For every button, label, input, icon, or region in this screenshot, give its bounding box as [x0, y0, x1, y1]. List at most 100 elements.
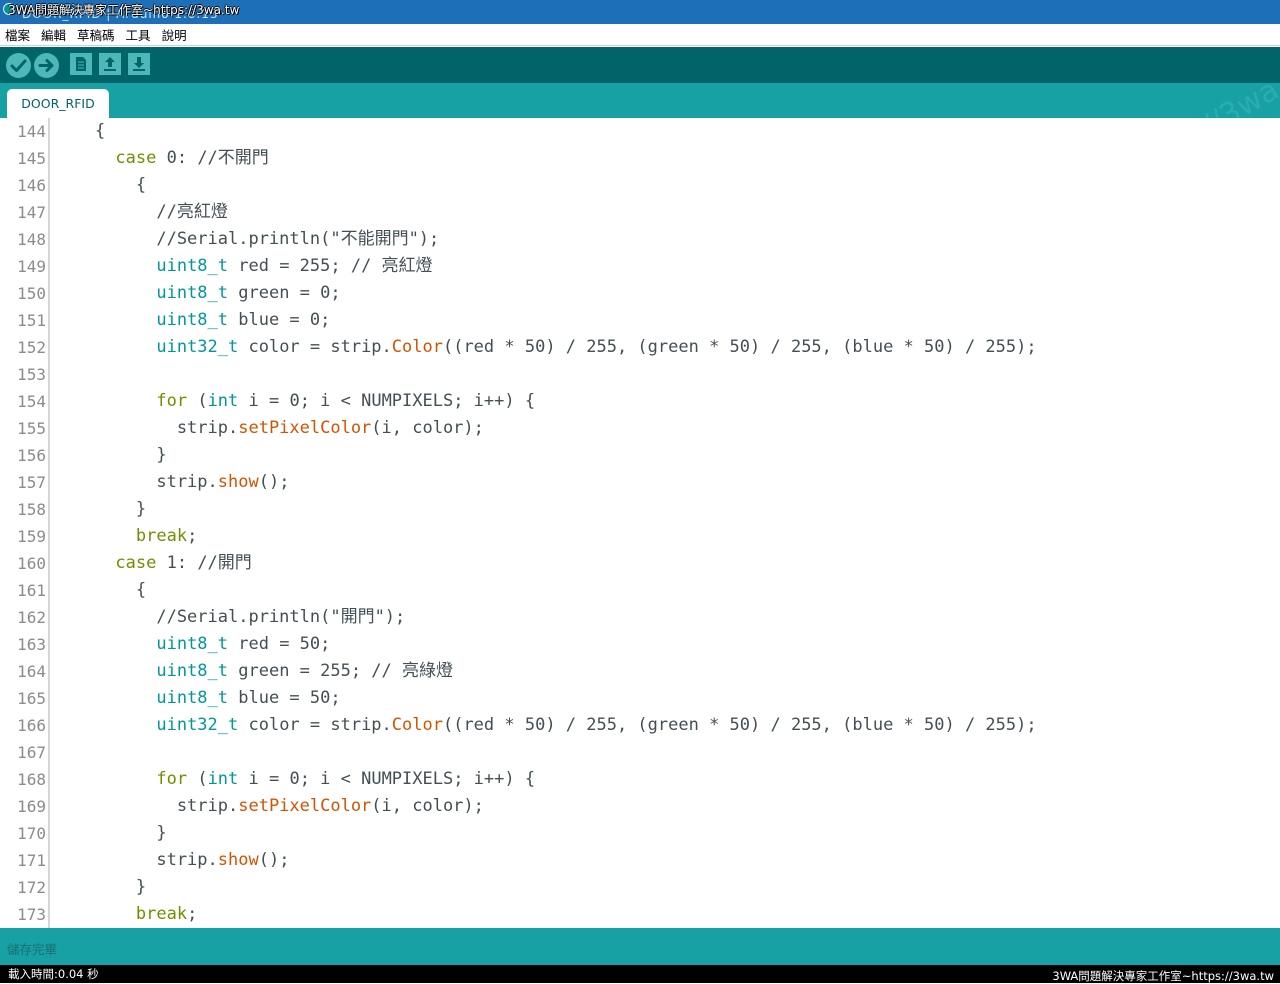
code-token: uint8_t — [156, 310, 229, 330]
code-line: 173 break; — [0, 901, 1280, 928]
code-token: i = 0; i < NUMPIXELS; i++) { — [238, 769, 536, 789]
code-line: 157 strip.show(); — [0, 469, 1280, 496]
line-number: 150 — [17, 284, 46, 303]
save-button[interactable] — [128, 53, 150, 75]
code-token: ((red * 50) / 255, (green * 50) / 255, (… — [442, 337, 1037, 357]
code-token: green = 0; — [228, 283, 341, 303]
code-text: strip.show(); — [54, 469, 289, 496]
code-token: strip. — [54, 418, 239, 438]
code-text: strip.setPixelColor(i, color); — [54, 415, 484, 442]
menu-edit[interactable]: 編輯 — [41, 25, 66, 44]
line-number: 148 — [17, 230, 46, 249]
console-area: 載入時間:0.04 秒 3WA問題解決專家工作室~https://3wa.tw — [0, 965, 1280, 983]
line-number: 147 — [17, 203, 46, 222]
code-text: break; — [54, 901, 197, 928]
line-number: 151 — [17, 311, 46, 330]
code-line: 147 //亮紅燈 — [0, 199, 1280, 226]
new-button[interactable] — [70, 53, 92, 75]
code-token: } — [54, 499, 147, 519]
code-line: 168 for (int i = 0; i < NUMPIXELS; i++) … — [0, 766, 1280, 793]
code-text: } — [54, 442, 166, 469]
line-number: 165 — [17, 689, 46, 708]
open-icon — [104, 57, 116, 71]
line-number: 158 — [17, 500, 46, 519]
line-number: 152 — [17, 338, 46, 357]
line-number: 160 — [17, 554, 46, 573]
verify-icon — [10, 59, 27, 72]
upload-icon — [38, 59, 54, 72]
code-text: uint8_t red = 50; — [54, 631, 330, 658]
code-token: Color — [391, 715, 443, 735]
line-number: 159 — [17, 527, 46, 546]
code-line: 170 } — [0, 820, 1280, 847]
upload-button[interactable] — [34, 53, 59, 78]
code-line: 149 uint8_t red = 255; // 亮紅燈 — [0, 253, 1280, 280]
code-token: ; — [187, 526, 198, 546]
code-token: //Serial.println("不能開門"); — [54, 229, 440, 249]
code-token: ( — [187, 769, 208, 789]
code-token: //亮紅燈 — [54, 202, 228, 222]
code-line: 148 //Serial.println("不能開門"); — [0, 226, 1280, 253]
code-token: break — [135, 904, 188, 924]
code-token: case — [115, 148, 157, 168]
line-number: 169 — [17, 797, 46, 816]
code-token: uint8_t — [156, 634, 229, 654]
code-line: 154 for (int i = 0; i < NUMPIXELS; i++) … — [0, 388, 1280, 415]
code-token: setPixelColor — [238, 796, 372, 816]
line-number: 149 — [17, 257, 46, 276]
code-token: show — [217, 472, 259, 492]
code-token: blue = 50; — [228, 688, 341, 708]
menu-sketch[interactable]: 草稿碼 — [77, 25, 115, 44]
code-token: blue = 0; — [228, 310, 331, 330]
line-number: 155 — [17, 419, 46, 438]
line-number: 144 — [17, 122, 46, 141]
code-text: for (int i = 0; i < NUMPIXELS; i++) { — [54, 766, 535, 793]
code-token: uint8_t — [156, 661, 229, 681]
code-text: uint8_t blue = 50; — [54, 685, 341, 712]
line-number: 145 — [17, 149, 46, 168]
code-line: 167 — [0, 739, 1280, 766]
code-line: 163 uint8_t red = 50; — [0, 631, 1280, 658]
console-text: 載入時間:0.04 秒 — [8, 967, 99, 981]
open-button[interactable] — [99, 53, 121, 75]
code-token: 0: //不開門 — [156, 148, 269, 168]
code-token: uint8_t — [156, 283, 229, 303]
menu-tools[interactable]: 工具 — [126, 25, 151, 44]
code-line: 166 uint32_t color = strip.Color((red * … — [0, 712, 1280, 739]
verify-button[interactable] — [6, 53, 31, 78]
line-number: 154 — [17, 392, 46, 411]
code-line: 161 { — [0, 577, 1280, 604]
code-token: ( — [187, 391, 208, 411]
code-token: show — [217, 850, 259, 870]
line-number: 161 — [17, 581, 46, 600]
line-number: 153 — [17, 365, 46, 384]
line-number: 157 — [17, 473, 46, 492]
watermark-text: 3WA問題解決專家工作室~https://3wa.tw — [8, 3, 240, 17]
code-text: uint8_t red = 255; // 亮紅燈 — [54, 253, 432, 280]
tab-door-rfid[interactable]: DOOR_RFID — [7, 89, 109, 118]
code-text: uint8_t green = 0; — [54, 280, 341, 307]
menu-file[interactable]: 檔案 — [5, 25, 30, 44]
save-icon — [133, 57, 145, 71]
status-message: 儲存完畢 — [7, 942, 58, 957]
line-number: 172 — [17, 878, 46, 897]
code-editor[interactable]: 144 {145 case 0: //不開門 146 {147 //亮紅燈 148 … — [0, 118, 1280, 928]
menu-help[interactable]: 說明 — [162, 25, 187, 44]
code-token: (i, color); — [371, 418, 484, 438]
code-token: { — [54, 175, 147, 195]
code-line: 145 case 0: //不開門 — [0, 145, 1280, 172]
code-token: } — [54, 823, 167, 843]
code-line: 144 { — [0, 118, 1280, 145]
code-line: 159 break; — [0, 523, 1280, 550]
code-line: 155 strip.setPixelColor(i, color); — [0, 415, 1280, 442]
